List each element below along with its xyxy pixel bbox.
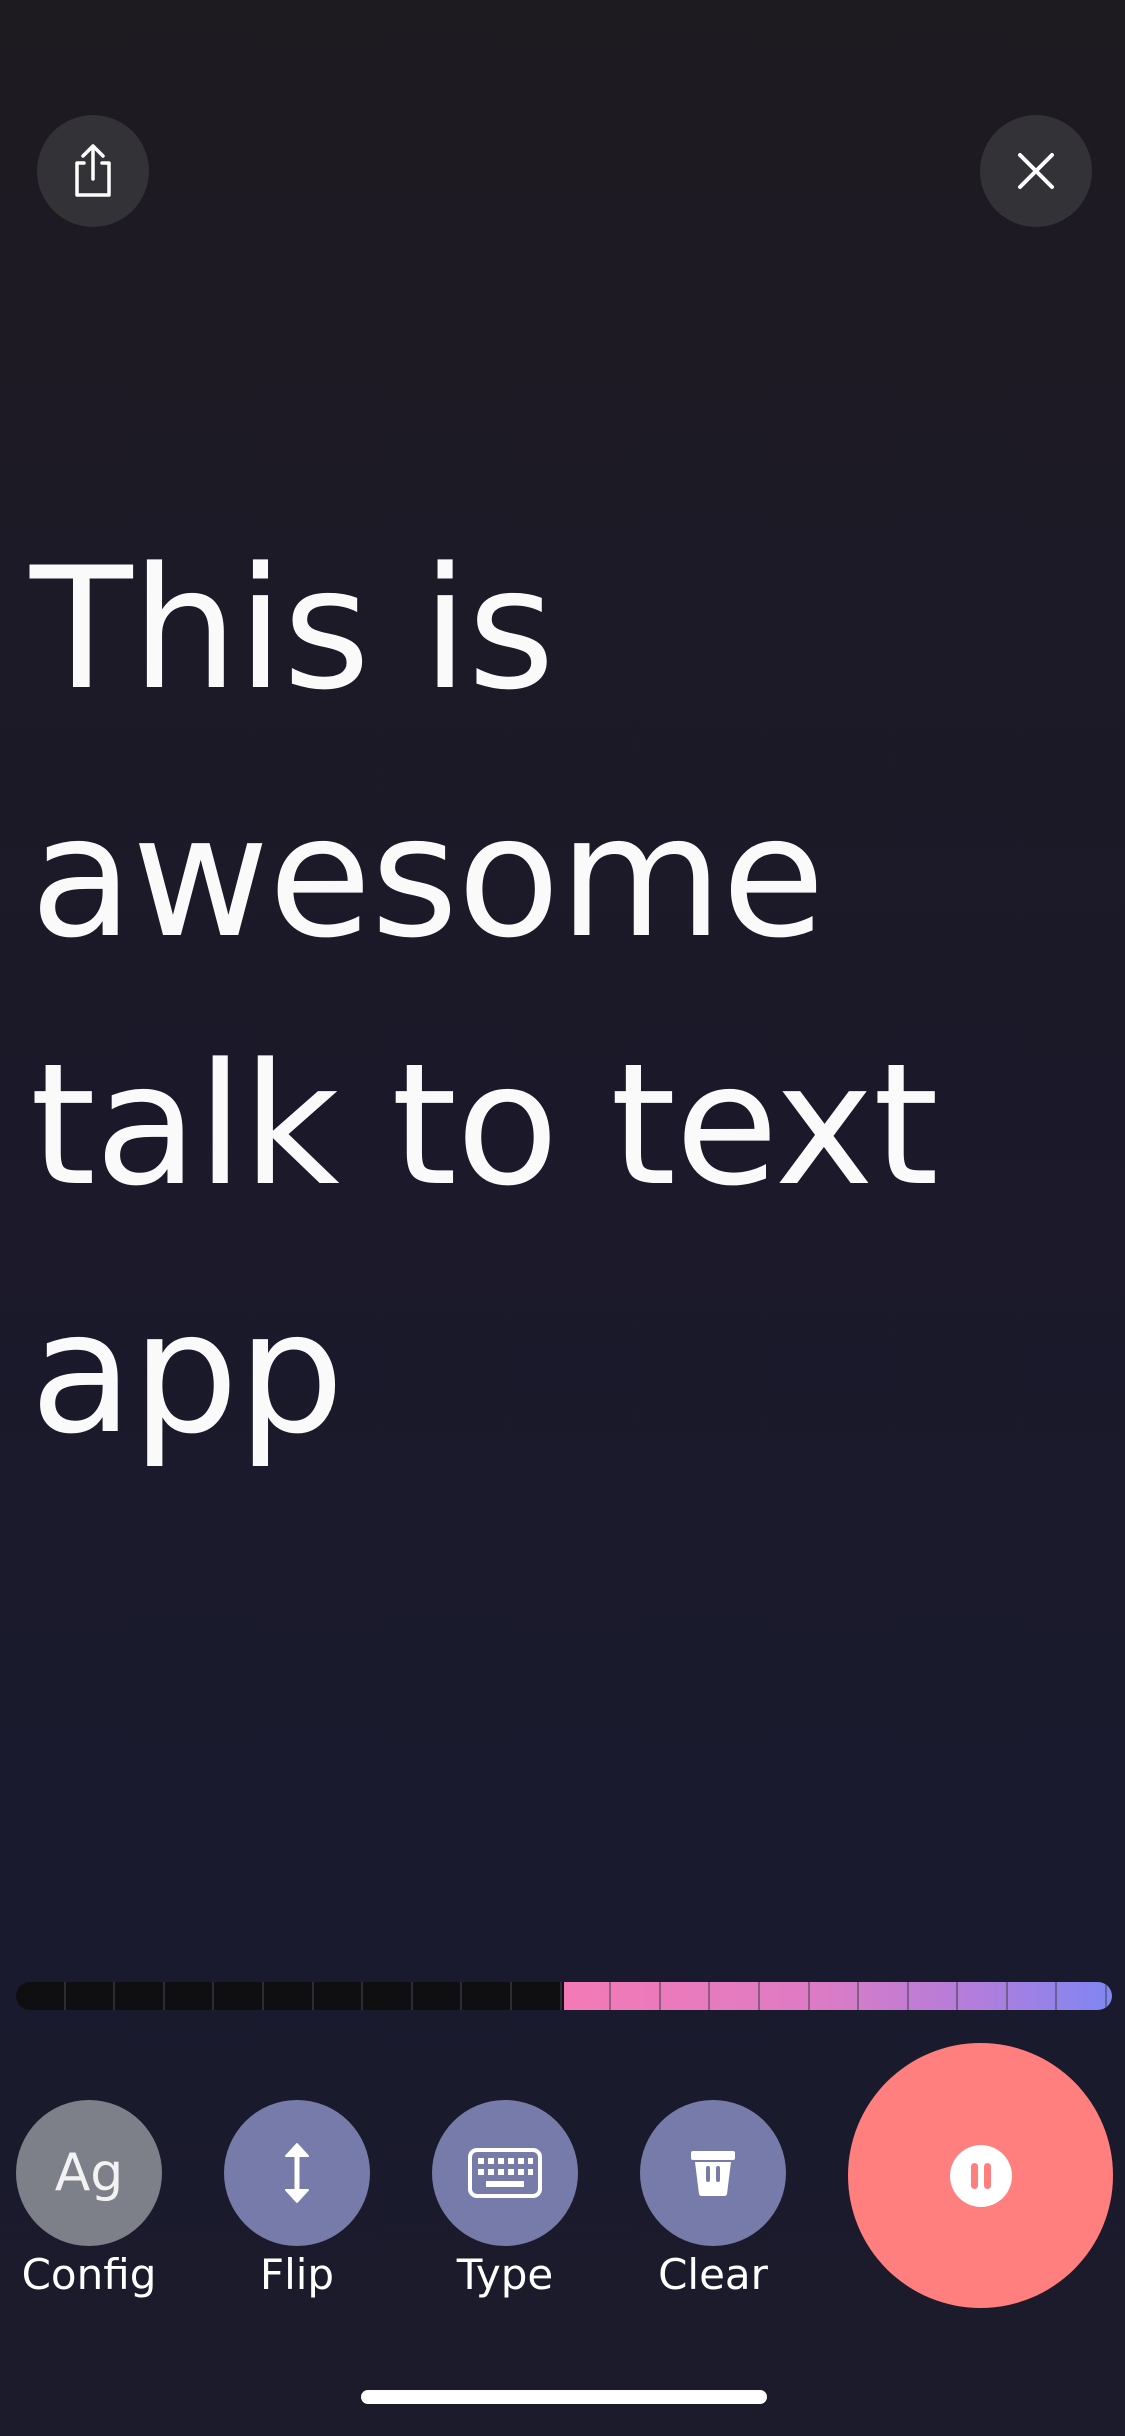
transcript-line: talk to text	[30, 1027, 939, 1223]
transcript-line: app	[30, 1275, 344, 1471]
config-button[interactable]: Ag Config	[16, 2100, 162, 2299]
transcript-line: This is	[30, 531, 555, 727]
type-label: Type	[456, 2250, 554, 2299]
record-pause-button[interactable]	[848, 2043, 1113, 2308]
flip-button[interactable]: Flip	[224, 2100, 370, 2299]
pause-icon	[949, 2144, 1012, 2207]
type-button[interactable]: Type	[432, 2100, 578, 2299]
transcript-text: This is awesome talk to text app	[30, 505, 1090, 1497]
clear-label: Clear	[658, 2250, 768, 2299]
clear-button[interactable]: Clear	[640, 2100, 786, 2299]
audio-level-meter	[16, 1982, 1112, 2010]
trash-icon	[691, 2151, 735, 2196]
close-icon	[1018, 153, 1054, 189]
flip-label: Flip	[259, 2250, 335, 2299]
home-indicator	[361, 2390, 767, 2404]
vertical-arrows-icon	[285, 2143, 309, 2203]
flip-circle	[224, 2100, 370, 2246]
share-icon	[75, 144, 111, 197]
type-circle	[432, 2100, 578, 2246]
close-button[interactable]	[980, 115, 1092, 227]
share-button[interactable]	[37, 115, 149, 227]
config-icon-text: Ag	[54, 2143, 124, 2203]
config-label: Config	[21, 2250, 157, 2299]
transcript-line: awesome	[30, 779, 825, 975]
audio-level-ticks	[16, 1982, 1112, 2010]
clear-circle	[640, 2100, 786, 2246]
config-icon: Ag	[16, 2100, 162, 2246]
keyboard-icon	[468, 2148, 542, 2198]
